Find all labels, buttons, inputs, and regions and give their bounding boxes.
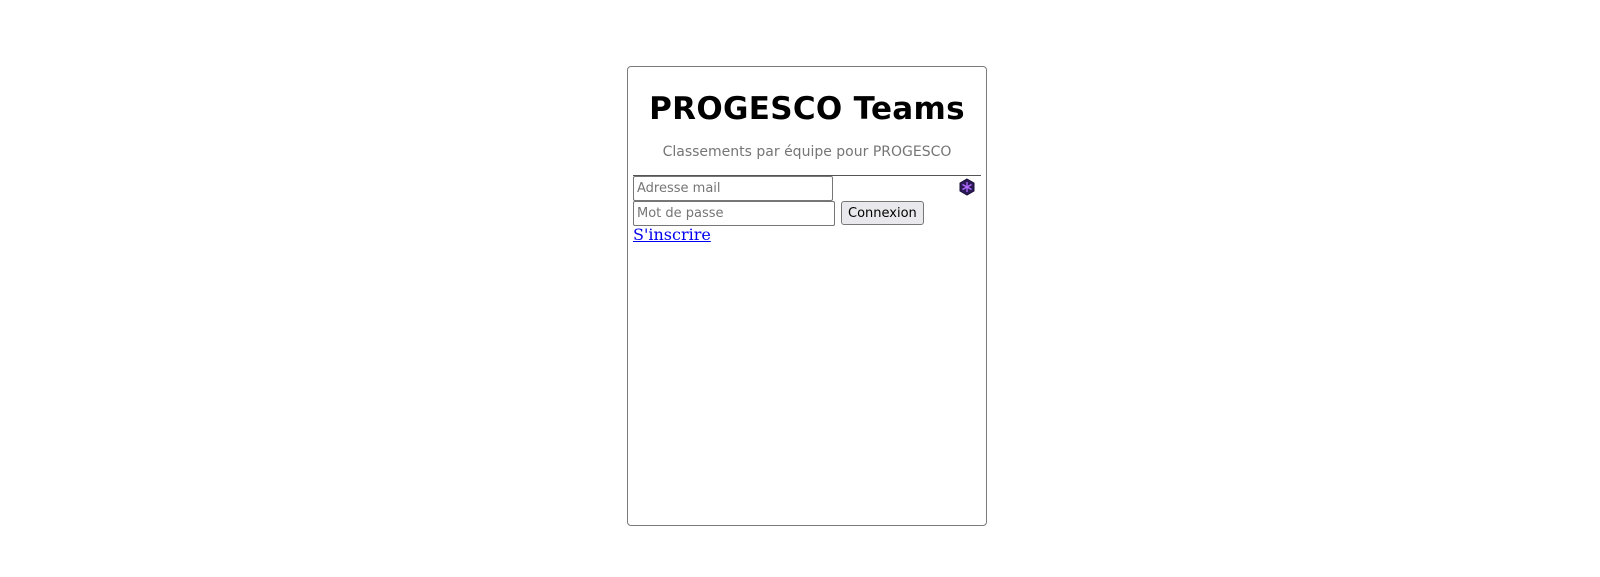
hexagon-snowflake-icon-graphic: [959, 178, 975, 196]
password-field[interactable]: [633, 201, 835, 226]
login-button[interactable]: Connexion: [841, 201, 924, 225]
login-card: PROGESCO Teams Classements par équipe po…: [627, 66, 987, 526]
signup-link[interactable]: S'inscrire: [633, 225, 711, 244]
page-subtitle: Classements par équipe pour PROGESCO: [662, 144, 952, 160]
email-field[interactable]: [633, 176, 833, 201]
hexagon-snowflake-icon[interactable]: [958, 178, 976, 196]
page-title: PROGESCO Teams: [649, 91, 965, 127]
